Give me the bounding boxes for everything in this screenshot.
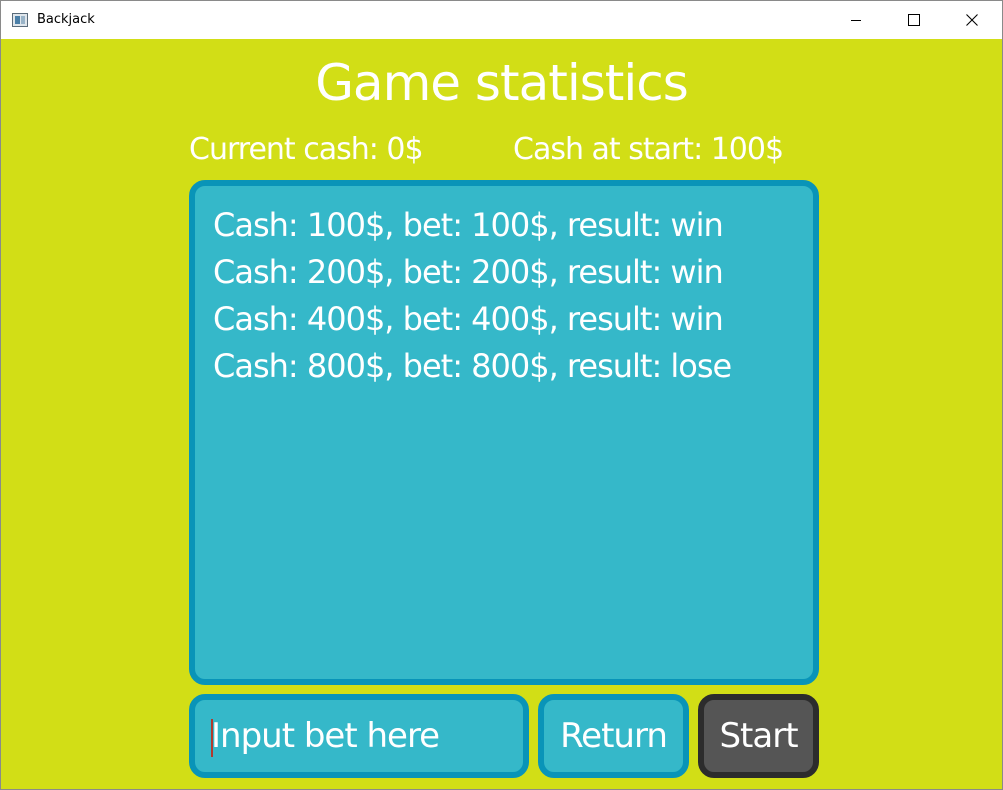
maximize-button[interactable] bbox=[885, 1, 943, 39]
app-icon bbox=[12, 13, 28, 27]
close-icon bbox=[966, 14, 978, 26]
window-title: Backjack bbox=[37, 12, 95, 27]
minimize-button[interactable] bbox=[827, 1, 885, 39]
game-history-list[interactable]: Cash: 100$, bet: 100$, result: win Cash:… bbox=[189, 180, 819, 685]
current-cash-label: Current cash: 0$ bbox=[189, 132, 424, 167]
page-title: Game statistics bbox=[315, 54, 689, 112]
bet-input[interactable] bbox=[189, 694, 529, 778]
history-item: Cash: 100$, bet: 100$, result: win bbox=[213, 206, 724, 244]
history-item: Cash: 200$, bet: 200$, result: win bbox=[213, 253, 724, 291]
start-button[interactable]: Start bbox=[698, 694, 819, 778]
close-button[interactable] bbox=[943, 1, 1001, 39]
return-button[interactable]: Return bbox=[538, 694, 689, 778]
history-item: Cash: 800$, bet: 800$, result: lose bbox=[213, 347, 732, 385]
title-bar[interactable]: Backjack bbox=[1, 1, 1002, 39]
history-item: Cash: 400$, bet: 400$, result: win bbox=[213, 300, 724, 338]
text-caret bbox=[211, 719, 213, 757]
game-statistics-screen: Game statistics Current cash: 0$ Cash at… bbox=[1, 39, 1002, 789]
cash-at-start-label: Cash at start: 100$ bbox=[513, 132, 784, 167]
app-window: Backjack Game statistics Current cash: 0… bbox=[0, 0, 1003, 790]
